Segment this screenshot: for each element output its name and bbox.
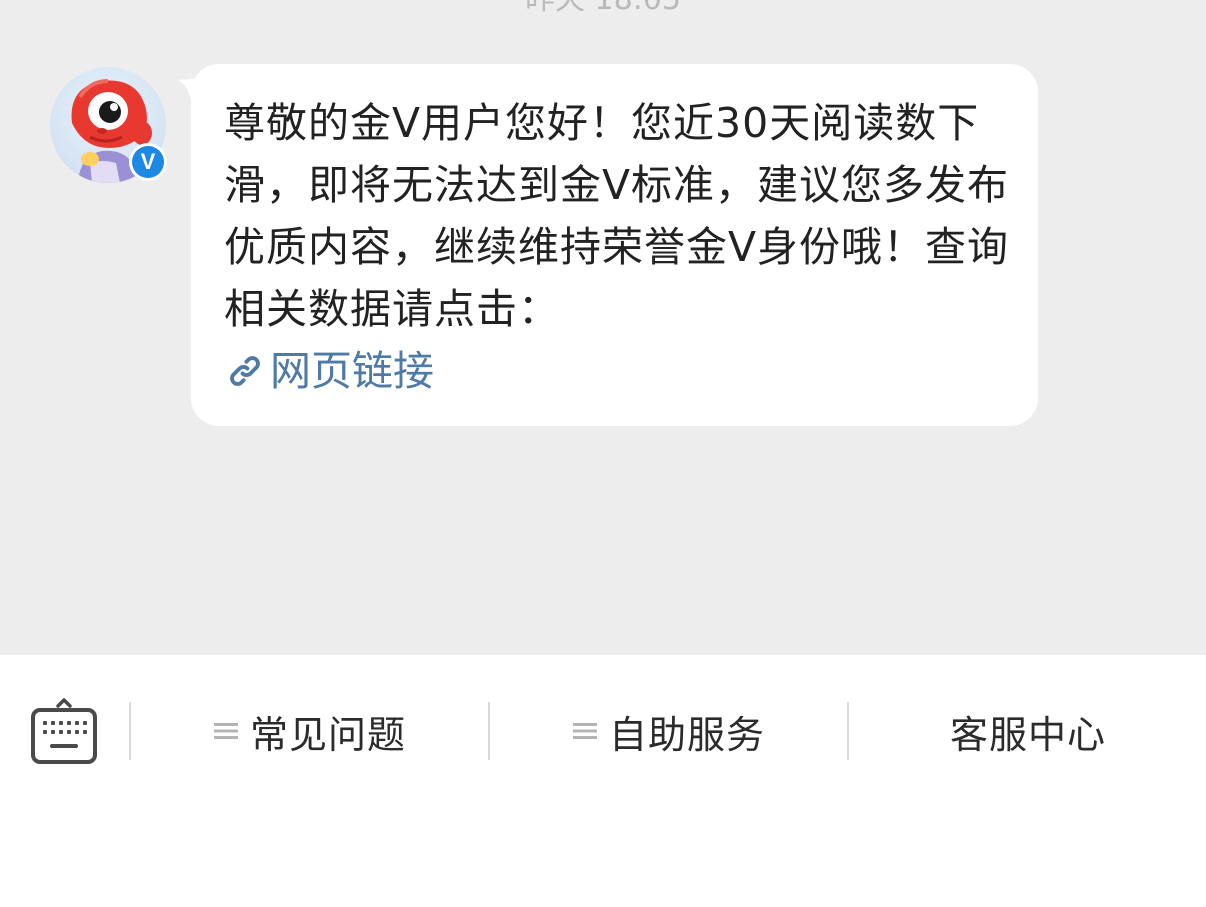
link-icon (230, 356, 260, 386)
verified-v-icon: V (132, 146, 164, 178)
menu-faq[interactable]: 常见问题 (131, 701, 489, 761)
chat-area: 昨天 18:05 V (0, 0, 1206, 655)
verified-badge: V (129, 143, 167, 181)
menu-faq-label: 常见问题 (249, 712, 406, 757)
menu-lines-icon (213, 723, 238, 739)
web-link-label: 网页链接 (270, 347, 434, 395)
menu-customer-service[interactable]: 客服中心 (849, 701, 1206, 761)
menu-self-service-label: 自助服务 (608, 712, 765, 757)
message-timestamp: 昨天 18:05 (0, 0, 1206, 18)
bottom-toolbar: 常见问题 自助服务 客服中心 (0, 655, 1206, 907)
menu-self-service[interactable]: 自助服务 (490, 701, 848, 761)
message-bubble: 尊敬的金V用户您好！您近30天阅读数下滑，即将无法达到金V标准，建议您多发布优质… (191, 64, 1038, 426)
menu-lines-icon (572, 723, 597, 739)
menu-customer-service-label: 客服中心 (949, 712, 1106, 757)
message-text: 尊敬的金V用户您好！您近30天阅读数下滑，即将无法达到金V标准，建议您多发布优质… (224, 99, 1010, 333)
keyboard-toggle-button[interactable] (28, 695, 100, 767)
keyboard-icon (31, 698, 97, 764)
web-link[interactable]: 网页链接 (224, 340, 434, 402)
